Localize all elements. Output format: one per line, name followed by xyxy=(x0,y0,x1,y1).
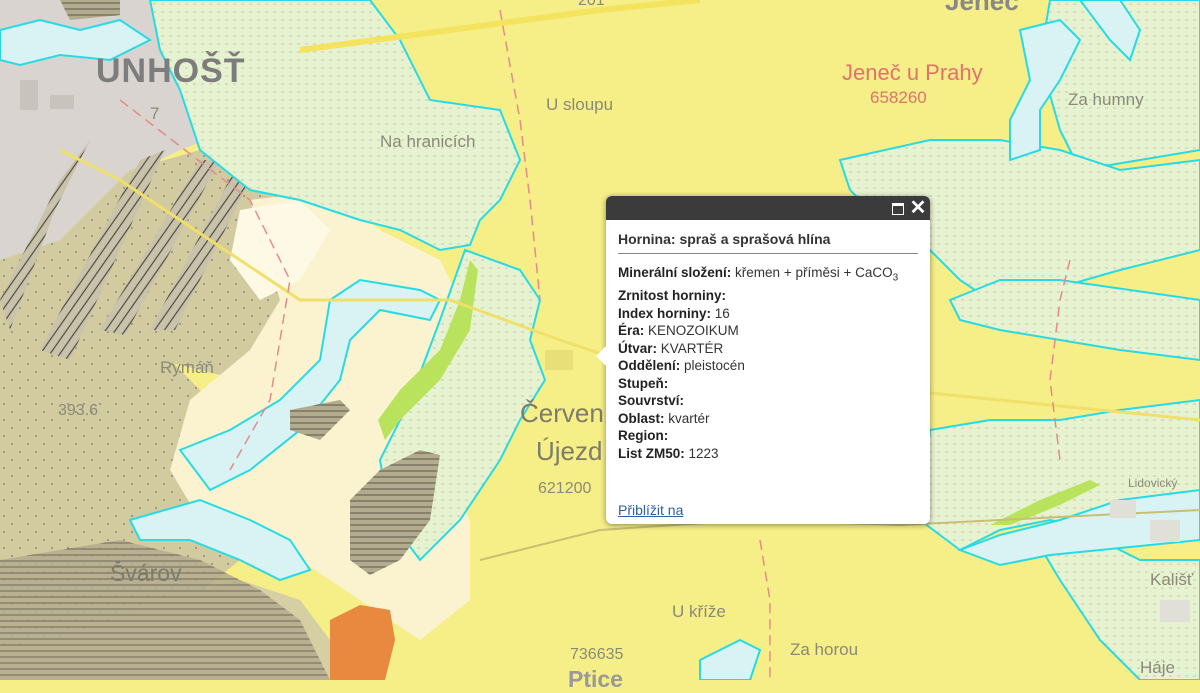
map-label-elevation: 393.6 xyxy=(58,402,99,419)
building xyxy=(545,350,573,370)
map-label-jenec-top: Jeneč xyxy=(945,0,1019,16)
popup-field: Útvar: KVARTÉR xyxy=(618,340,724,356)
map-label-za-humny: Za humny xyxy=(1068,90,1144,109)
building xyxy=(20,80,38,110)
map-label-ryman: Rymáň xyxy=(160,358,214,377)
map-label-u-sloupu: U sloupu xyxy=(546,95,614,114)
map-label-na-hranicich: Na hranicích xyxy=(380,132,476,151)
zoom-to-link[interactable]: Přiblížit na xyxy=(618,502,683,518)
map-label-za-horou: Za horou xyxy=(790,640,859,659)
popup-pointer xyxy=(596,346,606,366)
map-label-code-621: 621200 xyxy=(538,480,592,497)
building xyxy=(1150,520,1180,542)
close-icon[interactable]: ✕ xyxy=(909,198,927,218)
identify-popup[interactable]: ✕ Hornina: spraš a sprašová hlína Minerá… xyxy=(596,196,930,524)
map-label-u-krize: U kříže xyxy=(672,602,726,621)
popup-field: Éra: KENOZOIKUM xyxy=(618,323,739,339)
popup-field: Zrnitost horniny: xyxy=(618,288,726,304)
popup-title: Hornina: spraš a sprašová hlína xyxy=(618,231,918,254)
map-label-cerveny-ujezd-1: Červen xyxy=(520,398,604,428)
popup-header: ✕ xyxy=(606,196,930,220)
popup-field: Region: xyxy=(618,428,669,444)
map-label-unhost: UNHOŠŤ xyxy=(96,52,246,90)
map-label-svarov: Švárov xyxy=(110,560,182,586)
maximize-icon[interactable] xyxy=(889,199,907,217)
map-label-jenec-code: 658260 xyxy=(870,88,927,107)
popup-field: Index horniny: 16 xyxy=(618,305,730,321)
building xyxy=(50,95,74,109)
map-label-kalisko: Kališť xyxy=(1150,570,1194,589)
popup-field: Minerální složení: křemen + příměsi + Ca… xyxy=(618,265,899,284)
building xyxy=(1110,500,1136,518)
building xyxy=(1160,600,1190,622)
popup-field: Oddělení: pleistocén xyxy=(618,358,745,374)
popup-field: Stupeň: xyxy=(618,375,669,391)
map-label-code-736: 736635 xyxy=(570,646,624,663)
map-label-lidovicky: Lidovický xyxy=(1128,476,1178,490)
popup-field: List ZM50: 1223 xyxy=(618,445,719,461)
map-label-cerveny-ujezd-2: Újezd xyxy=(536,436,603,466)
orange-patch[interactable] xyxy=(330,605,395,680)
popup-field: Oblast: kvartér xyxy=(618,410,710,426)
map-label-road-201: 201 xyxy=(578,0,605,9)
map-label-hajek: Háje xyxy=(1140,658,1175,677)
popup-field: Souvrství: xyxy=(618,393,685,409)
map-label-jenec: Jeneč u Prahy xyxy=(842,60,983,85)
map-label-num: 7 xyxy=(150,104,160,123)
